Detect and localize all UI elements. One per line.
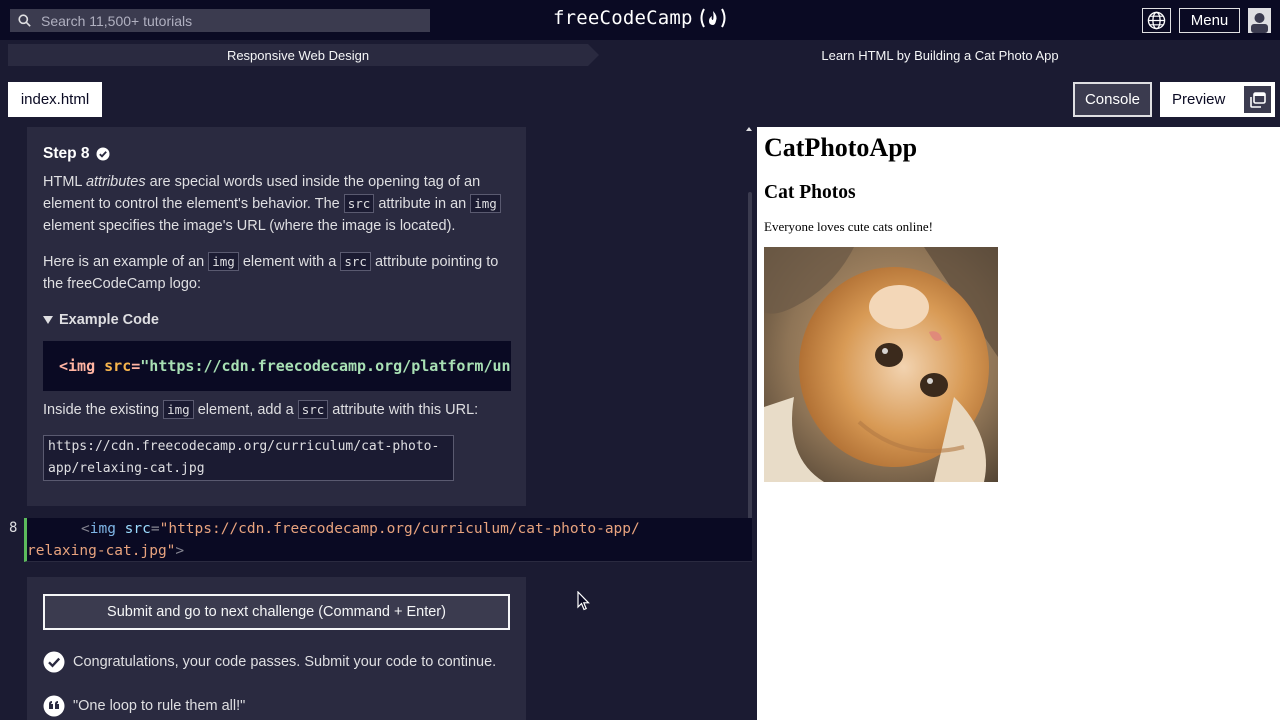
quote-text: "One loop to rule them all!" — [73, 698, 246, 714]
code-line[interactable]: <img src="https://cdn.freecodecamp.org/c… — [24, 518, 752, 562]
inline-code: img — [163, 400, 194, 419]
breadcrumb-block-label: Learn HTML by Building a Cat Photo App — [821, 47, 1059, 63]
search-icon — [18, 14, 31, 27]
file-tab-label: index.html — [20, 91, 90, 108]
top-navbar: freeCodeCamp Menu — [0, 0, 1280, 40]
cat-photo — [764, 247, 998, 482]
file-tab-index-html[interactable]: index.html — [8, 82, 102, 117]
example-code-label: Example Code — [59, 312, 159, 328]
check-circle-icon — [96, 147, 110, 161]
submit-label: Submit and go to next challenge (Command… — [107, 604, 446, 620]
inline-code: img — [470, 194, 501, 213]
action-panel: Submit and go to next challenge (Command… — [27, 577, 526, 720]
example-code-block: <img src="https://cdn.freecodecamp.org/p… — [43, 341, 511, 391]
menu-label: Menu — [1190, 12, 1229, 29]
breadcrumb-arrow — [588, 44, 599, 66]
console-button[interactable]: Console — [1073, 82, 1152, 117]
preview-heading-2: Cat Photos — [764, 182, 856, 203]
menu-button[interactable]: Menu — [1179, 8, 1240, 33]
instructions-paragraph-2: Here is an example of an img element wit… — [43, 252, 499, 292]
inline-code: img — [208, 252, 239, 271]
globe-icon — [1147, 11, 1166, 30]
language-button[interactable] — [1142, 8, 1171, 33]
pass-message: Congratulations, your code passes. Submi… — [43, 651, 496, 673]
inline-code: src — [297, 400, 329, 419]
mouse-cursor-icon — [577, 591, 590, 611]
preview-popout-button[interactable] — [1244, 86, 1271, 113]
editor-pane: Step 8 HTML attributes are special words… — [0, 127, 757, 720]
example-code-toggle[interactable]: Example Code — [43, 309, 510, 331]
success-check-icon — [43, 651, 65, 673]
user-avatar-icon — [1251, 13, 1268, 33]
preview-pane: CatPhotoApp Cat Photos Everyone loves cu… — [757, 127, 1280, 720]
inline-code: src — [340, 252, 371, 271]
brand-logo[interactable]: freeCodeCamp — [553, 7, 729, 29]
instructions-paragraph-3: Inside the existing img element, add a s… — [43, 400, 479, 419]
inline-code: src — [343, 194, 375, 213]
encouragement-quote: "One loop to rule them all!" — [43, 695, 245, 717]
search-bar[interactable] — [10, 9, 430, 32]
breadcrumb-block[interactable]: Learn HTML by Building a Cat Photo App — [608, 44, 1272, 66]
instructions-paragraph-1: HTML attributes are special words used i… — [43, 171, 510, 237]
user-avatar[interactable] — [1248, 8, 1271, 33]
submit-button[interactable]: Submit and go to next challenge (Command… — [43, 594, 510, 630]
brand-text: freeCodeCamp — [553, 7, 693, 29]
triangle-down-icon — [43, 316, 53, 324]
quote-icon — [43, 695, 65, 717]
step-title: Step 8 — [43, 143, 510, 165]
pass-message-text: Congratulations, your code passes. Submi… — [73, 654, 497, 670]
popout-window-icon — [1249, 91, 1266, 108]
preview-label: Preview — [1172, 91, 1226, 108]
search-input[interactable] — [41, 12, 421, 29]
breadcrumb: Responsive Web Design Learn HTML by Buil… — [8, 44, 1272, 66]
flame-logo-icon — [700, 8, 726, 28]
preview-paragraph: Everyone loves cute cats online! — [764, 219, 933, 234]
url-code-block: https://cdn.freecodecamp.org/curriculum/… — [43, 435, 454, 481]
preview-heading-1: CatPhotoApp — [764, 133, 918, 162]
scroll-up-arrow-icon[interactable] — [746, 127, 752, 131]
breadcrumb-superblock-label: Responsive Web Design — [226, 47, 370, 63]
console-label: Console — [1084, 91, 1141, 108]
step-title-text: Step 8 — [43, 145, 90, 162]
breadcrumb-superblock[interactable]: Responsive Web Design — [8, 44, 588, 66]
preview-button[interactable]: Preview — [1160, 82, 1275, 117]
instructions-panel: Step 8 HTML attributes are special words… — [27, 127, 526, 506]
line-number: 8 — [9, 520, 18, 536]
scrollbar-thumb[interactable] — [748, 192, 752, 537]
code-editor[interactable]: 8 <img src="https://cdn.freecodecamp.org… — [0, 518, 752, 564]
